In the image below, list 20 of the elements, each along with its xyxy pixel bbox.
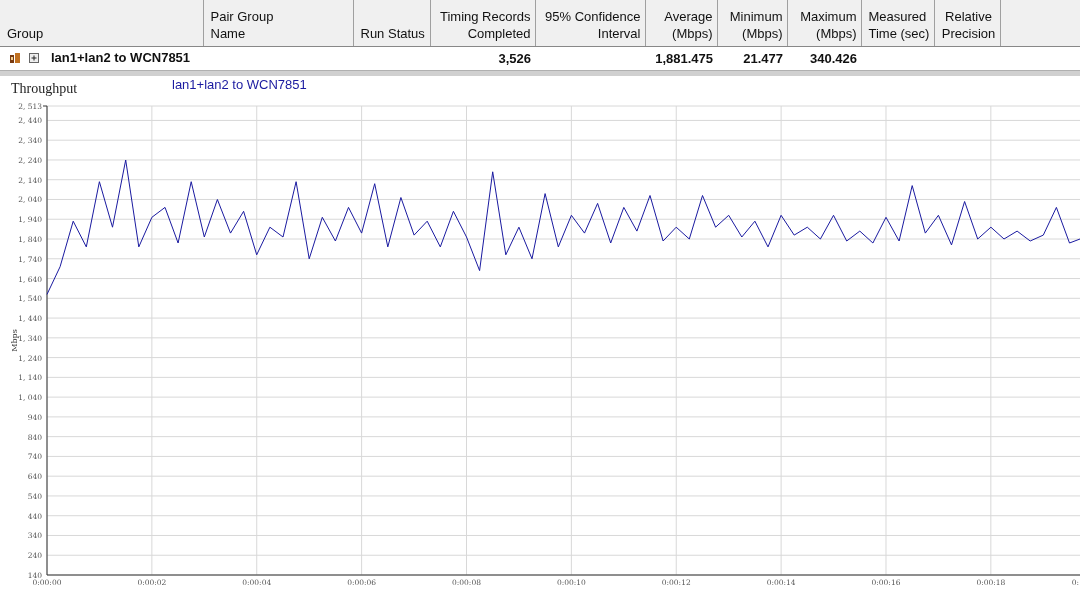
group-name: lan1+lan2 to WCN7851 bbox=[51, 49, 191, 68]
column-header[interactable]: Timing Records Completed bbox=[430, 0, 535, 46]
table-cell: 1,881.475 bbox=[655, 50, 713, 66]
expand-icon[interactable] bbox=[29, 52, 39, 63]
table-cell: 340.426 bbox=[810, 50, 857, 66]
column-header[interactable]: 95% Confidence Interval bbox=[535, 0, 645, 46]
table-cell: 21.477 bbox=[743, 50, 783, 66]
group-icon bbox=[10, 52, 21, 63]
column-header[interactable]: Group bbox=[0, 0, 203, 46]
column-header[interactable]: Maximum (Mbps) bbox=[787, 0, 861, 46]
column-header[interactable]: Run Status bbox=[353, 0, 430, 46]
table-cell: 3,526 bbox=[498, 50, 531, 66]
legend-label: lan1+lan2 to WCN7851 bbox=[172, 77, 307, 92]
y-axis-label: Mbps bbox=[10, 329, 19, 352]
column-header[interactable]: Measured Time (sec) bbox=[861, 0, 934, 46]
chart-title: Throughput bbox=[11, 81, 78, 96]
column-header[interactable]: Pair Group Name bbox=[203, 0, 353, 46]
column-header[interactable]: Minimum (Mbps) bbox=[717, 0, 787, 46]
column-header[interactable]: Relative Precision bbox=[934, 0, 1000, 46]
column-header[interactable]: Average (Mbps) bbox=[645, 0, 717, 46]
